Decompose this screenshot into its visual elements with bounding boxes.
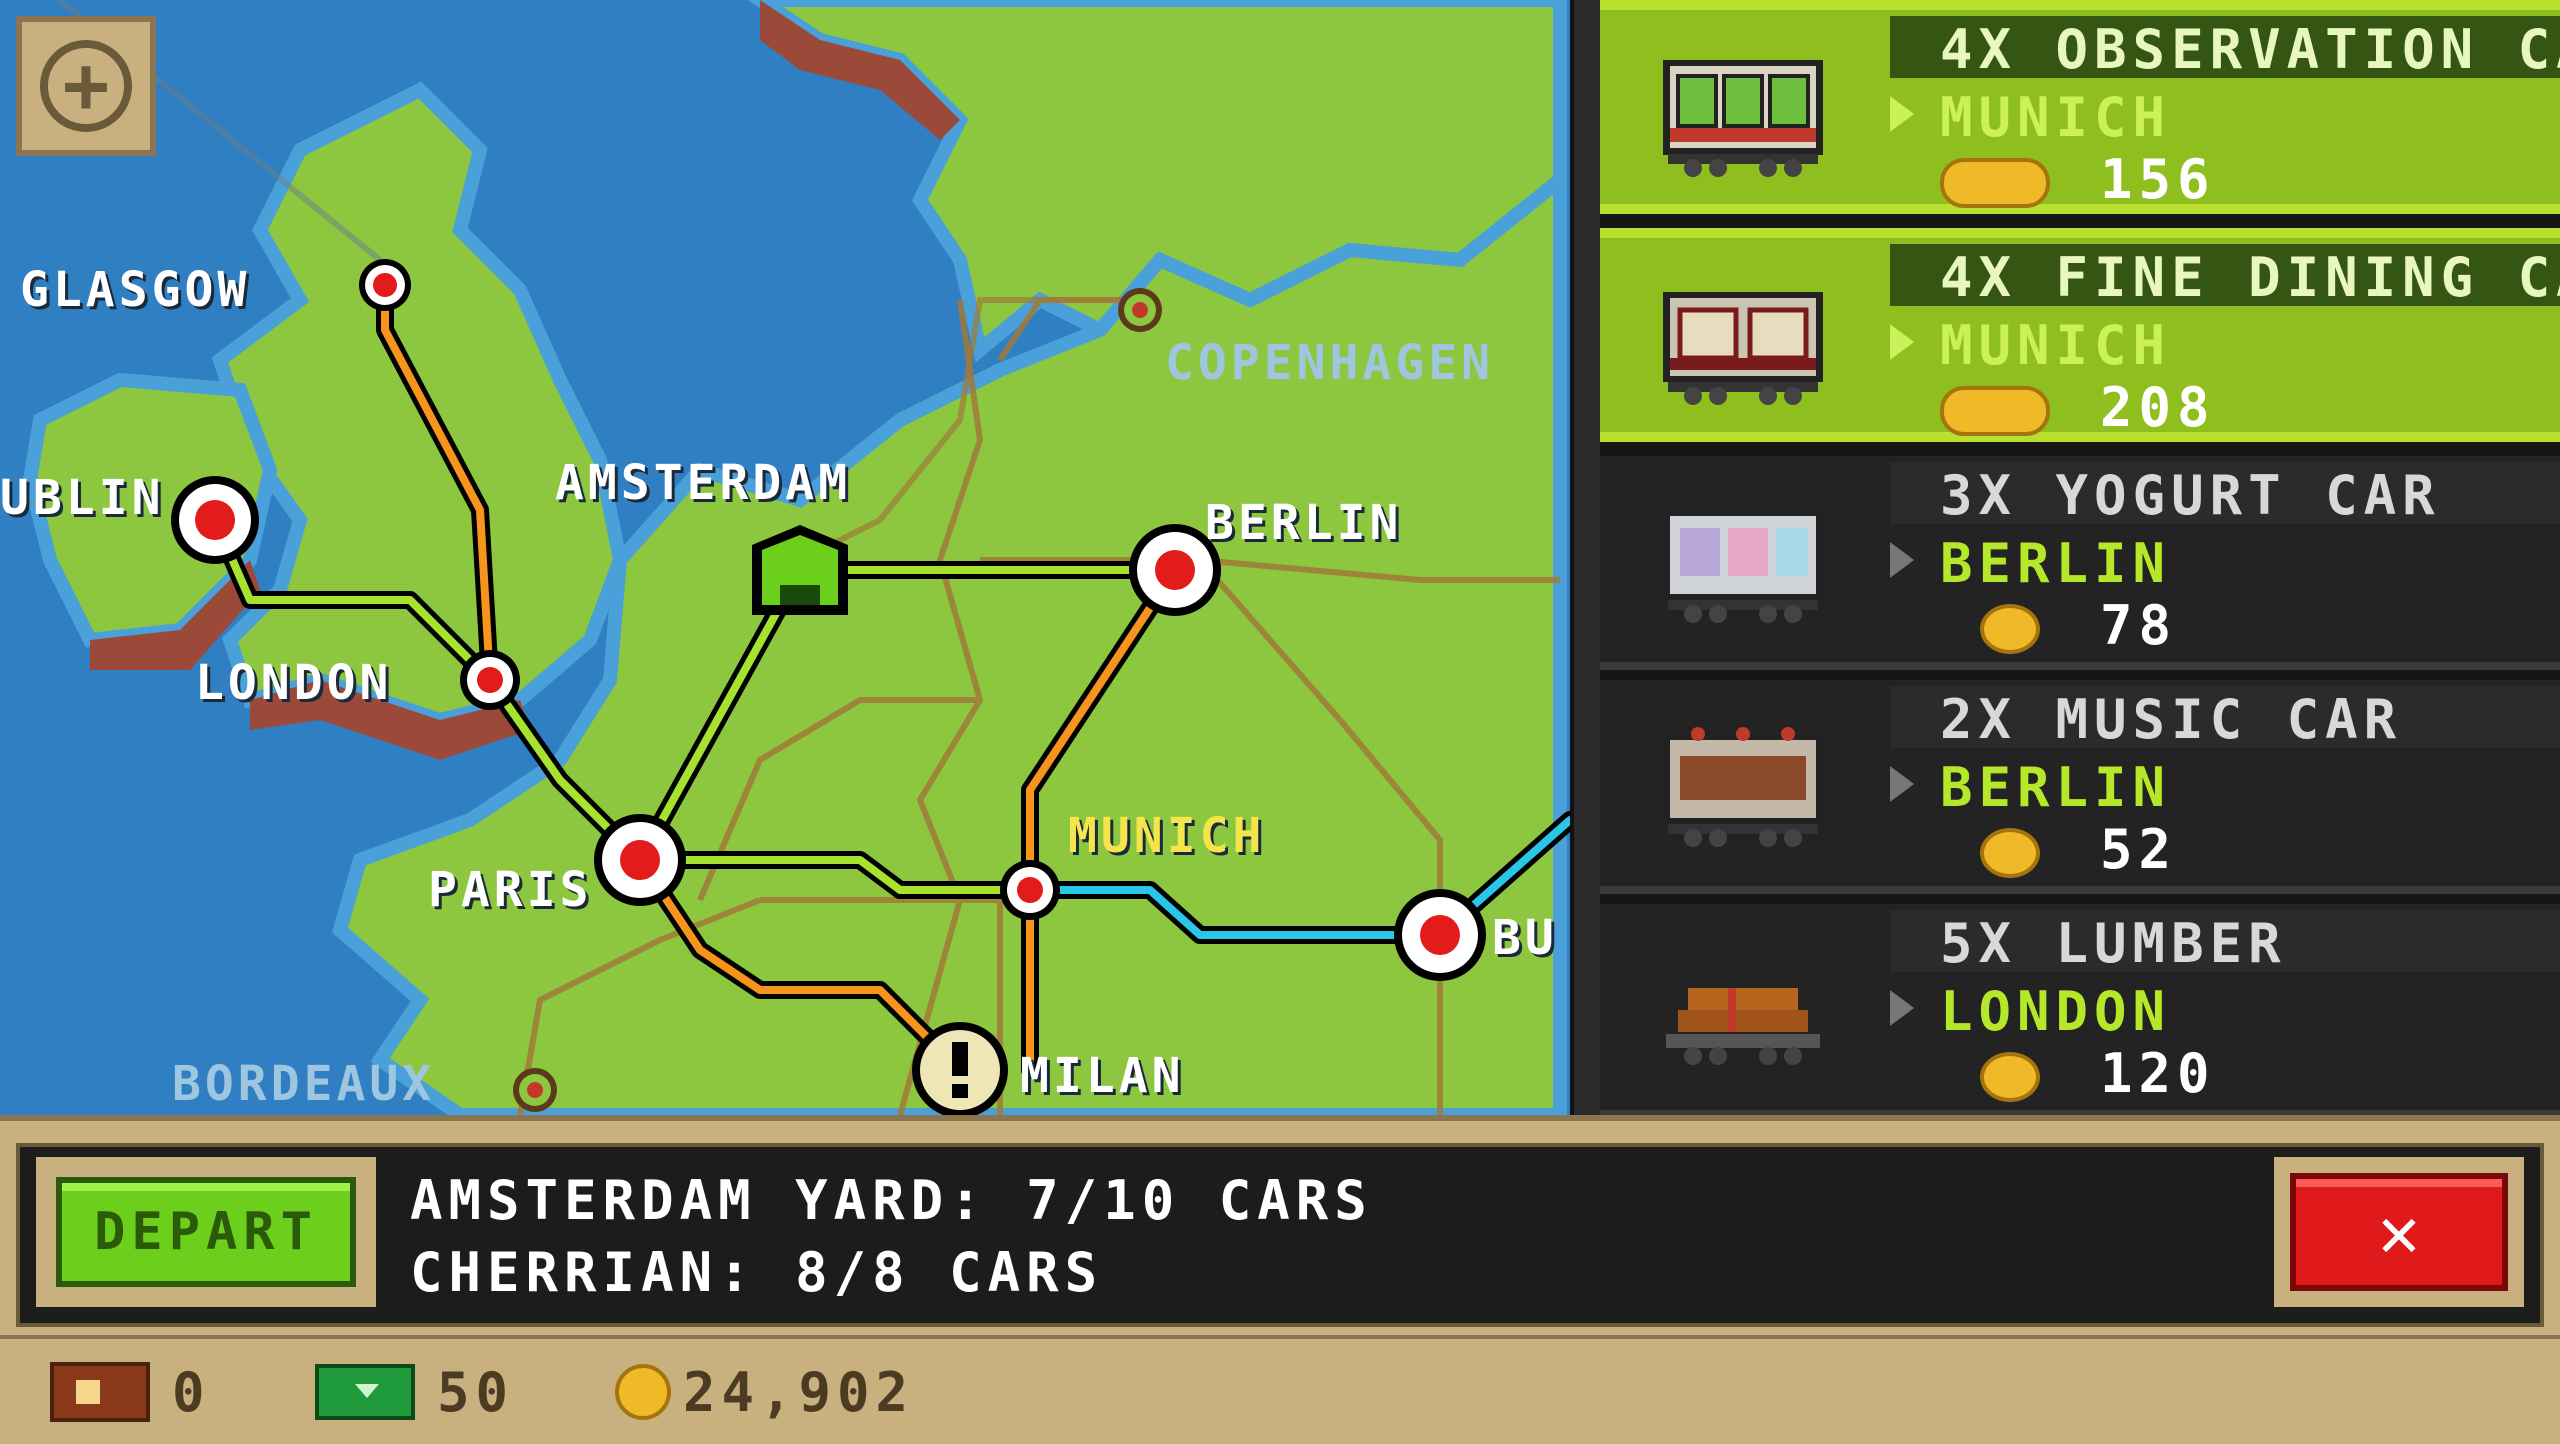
city-label-milan[interactable]: MILAN [1020,1048,1185,1104]
resource-bar: 0 50 24,902 [0,1335,2560,1444]
cargo-title: 3X YOGURT CAR [1940,464,2441,527]
coin-icon [1980,1052,2040,1102]
city-label-glasgow[interactable]: GLASGOW [20,262,250,318]
city-label-paris[interactable]: PARIS [428,862,593,918]
map-canvas [0,0,1570,1115]
city-label-dublin[interactable]: UBLIN [0,470,165,526]
cargo-item-fine-dining[interactable]: 4X FINE DINING CAR MUNICH 208 [1600,228,2560,442]
city-label-berlin[interactable]: BERLIN [1205,495,1402,551]
cargo-title: 4X OBSERVATION CA [1940,18,2560,81]
cargo-reward: 78 [2100,594,2178,657]
city-label-bordeaux[interactable]: BORDEAUX [172,1056,435,1112]
play-arrow-icon [1890,96,1914,132]
cargo-title: 4X FINE DINING CAR [1940,246,2560,309]
cash-value: 50 [437,1360,515,1424]
cargo-reward: 52 [2100,818,2178,881]
cargo-destination: LONDON [1940,980,2172,1043]
city-label-munich[interactable]: MUNICH [1068,808,1265,864]
city-label-amsterdam[interactable]: AMSTERDAM [555,455,851,511]
cargo-title: 5X LUMBER [1940,912,2287,975]
cargo-reward: 120 [2100,1042,2216,1105]
city-label-copenhagen[interactable]: COPENHAGEN [1165,335,1494,391]
coin-icon [1980,828,2040,878]
play-arrow-icon [1890,990,1914,1026]
close-button[interactable]: ✕ [2290,1173,2508,1291]
close-icon: ✕ [2377,1191,2421,1273]
lumber-car-icon [1666,988,1820,1065]
dining-car-icon [1663,292,1823,405]
cargo-list[interactable]: 4X OBSERVATION CA MUNICH 156 4X FINE DIN… [1600,0,2560,1118]
yard-status: AMSTERDAM YARD: 7/10 CARS [410,1169,1373,1232]
cargo-item-yogurt[interactable]: 3X YOGURT CAR BERLIN 78 [1600,456,2560,670]
observation-car-icon [1663,60,1823,177]
coin-icon [615,1364,671,1420]
cargo-item-music[interactable]: 2X MUSIC CAR BERLIN 52 [1600,680,2560,894]
cargo-destination: BERLIN [1940,532,2172,595]
cargo-title: 2X MUSIC CAR [1940,688,2403,751]
train-panel: DEPART AMSTERDAM YARD: 7/10 CARS CHERRIA… [0,1115,2560,1335]
plus-icon: + [40,40,132,132]
music-car-icon [1663,727,1823,847]
tickets-counter[interactable]: 0 [50,1357,211,1427]
sidebar-divider [1570,0,1604,1115]
cargo-destination: BERLIN [1940,756,2172,819]
cargo-reward: 156 [2100,148,2216,211]
coins-value: 24,902 [683,1360,915,1424]
play-arrow-icon [1890,324,1914,360]
city-label-london[interactable]: LONDON [195,655,392,711]
coin-icon [1980,604,2040,654]
cash-counter[interactable]: 50 [315,1357,514,1427]
cargo-destination: MUNICH [1940,314,2172,377]
coin-stack-icon [1940,386,2050,436]
play-arrow-icon [1890,766,1914,802]
cargo-reward: 208 [2100,376,2216,439]
cash-icon [315,1364,415,1420]
yogurt-car-icon [1663,510,1823,623]
zoom-in-button[interactable]: + [16,16,156,156]
train-status: CHERRIAN: 8/8 CARS [410,1241,1104,1304]
cargo-item-observation[interactable]: 4X OBSERVATION CA MUNICH 156 [1600,0,2560,214]
city-label-bu[interactable]: BU [1492,910,1558,966]
coins-counter[interactable]: 24,902 [615,1357,914,1427]
cargo-item-lumber[interactable]: 5X LUMBER LONDON 120 [1600,904,2560,1118]
route-map[interactable]: + GLASGOW UBLIN LONDON AMSTERDAM BERLIN … [0,0,1570,1115]
ticket-icon [50,1362,150,1422]
cargo-destination: MUNICH [1940,86,2172,149]
tickets-value: 0 [172,1360,211,1424]
play-arrow-icon [1890,542,1914,578]
depart-button[interactable]: DEPART [56,1177,356,1287]
coin-stack-icon [1940,158,2050,208]
